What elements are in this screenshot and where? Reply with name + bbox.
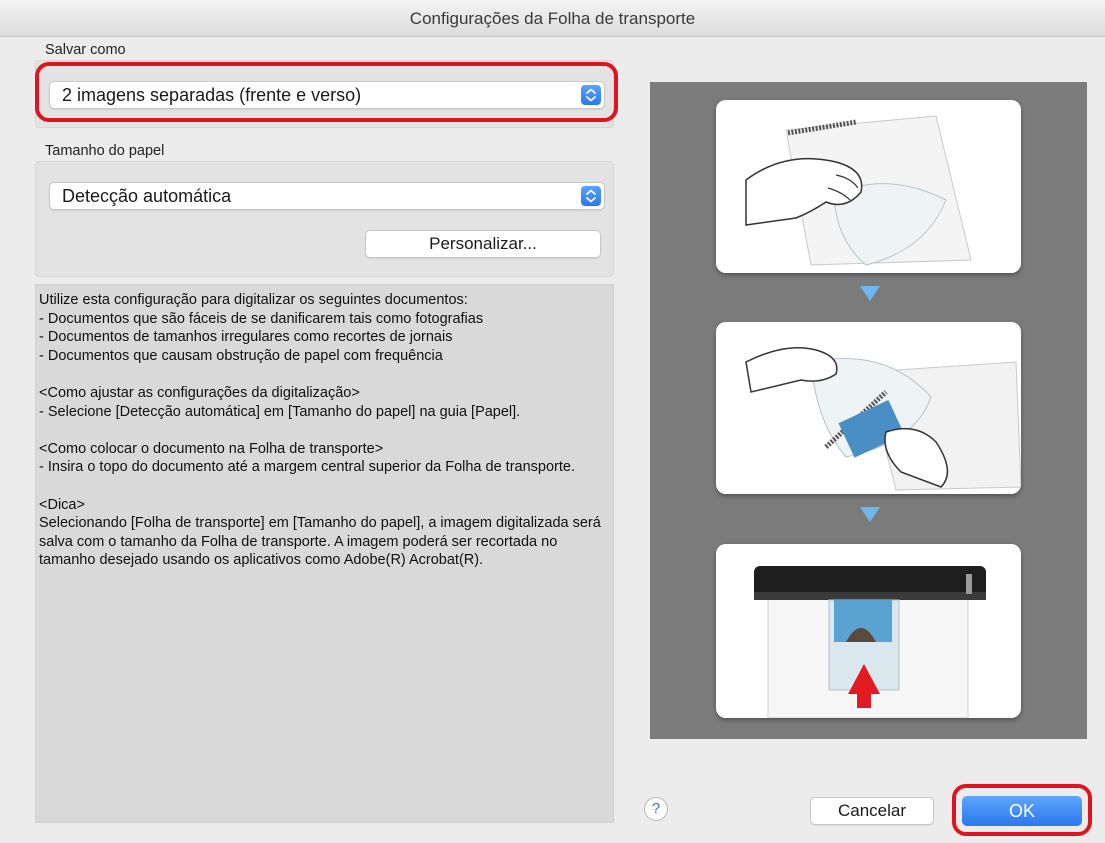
step-2-illustration (716, 322, 1021, 494)
window-title: Configurações da Folha de transporte (0, 0, 1105, 37)
triangle-down-icon (860, 507, 880, 528)
ok-highlight-frame (952, 784, 1092, 836)
triangle-down-icon (860, 286, 880, 307)
dialog-window: Configurações da Folha de transporte Sal… (0, 0, 1105, 843)
paper-size-group (35, 161, 614, 277)
question-mark-icon: ? (651, 800, 661, 817)
step-1-illustration (716, 100, 1021, 273)
paper-size-select[interactable]: Detecção automática (49, 182, 605, 210)
paper-size-select-value: Detecção automática (62, 186, 232, 206)
help-button[interactable]: ? (644, 797, 668, 821)
cancel-button[interactable]: Cancelar (810, 797, 934, 825)
up-down-chevron-icon (581, 186, 601, 206)
paper-size-label: Tamanho do papel (45, 143, 165, 159)
customize-button[interactable]: Personalizar... (365, 230, 601, 258)
step-3-illustration (716, 544, 1021, 718)
sheet-usage-illustration (650, 82, 1087, 739)
save-as-highlight-frame (35, 62, 618, 122)
description-text: Utilize esta configuração para digitaliz… (39, 292, 601, 569)
save-as-label: Salvar como (45, 42, 126, 58)
